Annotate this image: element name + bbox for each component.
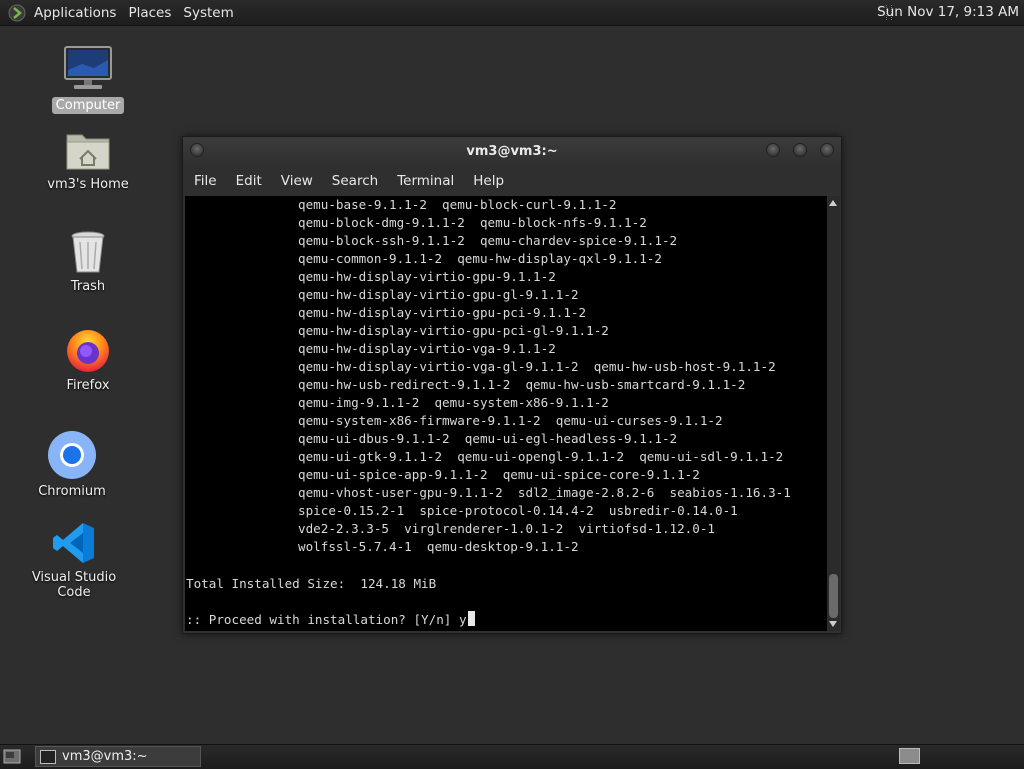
desktop-icon-vscode[interactable]: Visual Studio Code (14, 520, 134, 601)
desktop-icon-trash[interactable]: Trash (28, 229, 148, 295)
terminal-line: qemu-block-ssh-9.1.1-2 qemu-chardev-spic… (298, 233, 678, 248)
desktop-icon-label: Visual Studio Code (31, 570, 117, 600)
terminal-line: qemu-img-9.1.1-2 qemu-system-x86-9.1.1-2 (298, 395, 609, 410)
install-prompt[interactable]: :: Proceed with installation? [Y/n] y (186, 611, 475, 629)
desktop-icon-firefox[interactable]: Firefox (28, 326, 148, 394)
firefox-icon (67, 330, 109, 372)
terminal-line: qemu-base-9.1.1-2 qemu-block-curl-9.1.1-… (298, 197, 617, 212)
terminal-line: qemu-hw-display-virtio-gpu-pci-gl-9.1.1-… (298, 323, 609, 338)
terminal-line: qemu-hw-display-virtio-gpu-gl-9.1.1-2 (298, 287, 579, 302)
terminal-line: vde2-2.3.3-5 virglrenderer-1.0.1-2 virti… (298, 521, 716, 536)
vscode-icon (53, 523, 94, 563)
text-cursor (467, 611, 475, 626)
terminal-line: qemu-hw-usb-redirect-9.1.1-2 qemu-hw-usb… (298, 377, 746, 392)
terminal-line: qemu-common-9.1.1-2 qemu-hw-display-qxl-… (298, 251, 662, 266)
terminal-icon (40, 749, 56, 764)
desktop-icon-label: vm3's Home (47, 177, 129, 192)
computer-icon (64, 46, 112, 89)
terminal-line: qemu-ui-spice-app-9.1.1-2 qemu-ui-spice-… (298, 467, 700, 482)
terminal-line: qemu-hw-display-virtio-gpu-9.1.1-2 (298, 269, 556, 284)
taskbar-button-label: vm3@vm3:~ (62, 749, 148, 764)
window-title: vm3@vm3:~ (466, 144, 558, 159)
applications-menu[interactable]: Applications (30, 5, 124, 21)
terminal-line: qemu-ui-gtk-9.1.1-2 qemu-ui-opengl-9.1.1… (298, 449, 784, 464)
desktop-icon-label: Trash (70, 279, 106, 294)
window-menubar: File Edit View Search Terminal Help (183, 167, 841, 195)
desktop-icon-label: Chromium (38, 484, 106, 499)
menu-help[interactable]: Help (462, 173, 512, 189)
prompt-input[interactable]: y (459, 612, 467, 627)
maximize-button[interactable] (793, 143, 807, 157)
terminal-line: qemu-block-dmg-9.1.1-2 qemu-block-nfs-9.… (298, 215, 647, 230)
home-folder-icon (66, 134, 110, 170)
trash-icon (71, 231, 105, 273)
terminal-line: qemu-vhost-user-gpu-9.1.1-2 sdl2_image-2… (298, 485, 791, 500)
scroll-up-arrow-icon[interactable] (829, 200, 837, 206)
terminal-line: qemu-system-x86-firmware-9.1.1-2 qemu-ui… (298, 413, 723, 428)
terminal-line: spice-0.15.2-1 spice-protocol-0.14.4-2 u… (298, 503, 738, 518)
terminal-line: qemu-hw-display-virtio-gpu-pci-9.1.1-2 (298, 305, 587, 320)
menu-view[interactable]: View (270, 173, 321, 189)
workspace-switcher[interactable] (899, 748, 920, 764)
total-installed-size: Total Installed Size: 124.18 MiB (186, 576, 437, 591)
places-menu[interactable]: Places (124, 5, 179, 21)
taskbar-button-terminal[interactable]: vm3@vm3:~ (35, 746, 201, 767)
show-desktop-icon[interactable] (3, 749, 21, 764)
bottom-panel: vm3@vm3:~ (0, 744, 1024, 769)
clock[interactable]: Sun Nov 17, 9:13 AM (877, 4, 1019, 20)
terminal-window[interactable]: vm3@vm3:~ File Edit View Search Terminal… (182, 136, 842, 634)
system-menu[interactable]: System (179, 5, 241, 21)
terminal-line: wolfssl-5.7.4-1 qemu-desktop-9.1.1-2 (298, 539, 579, 554)
minimize-button[interactable] (766, 143, 780, 157)
desktop-icon-label: Computer (51, 97, 125, 114)
desktop-icon-home[interactable]: vm3's Home (28, 127, 148, 193)
terminal-line: qemu-hw-display-virtio-vga-gl-9.1.1-2 qe… (298, 359, 776, 374)
menu-terminal[interactable]: Terminal (386, 173, 462, 189)
prompt-text: :: Proceed with installation? [Y/n] (186, 612, 459, 627)
menu-search[interactable]: Search (321, 173, 386, 189)
terminal-output[interactable]: qemu-base-9.1.1-2 qemu-block-curl-9.1.1-… (185, 196, 827, 631)
menu-edit[interactable]: Edit (225, 173, 270, 189)
scroll-down-arrow-icon[interactable] (829, 621, 837, 627)
close-button[interactable] (820, 143, 834, 157)
chromium-icon (48, 431, 96, 479)
terminal-line: qemu-hw-display-virtio-vga-9.1.1-2 (298, 341, 556, 356)
scrollbar-thumb[interactable] (829, 574, 838, 618)
package-list: qemu-base-9.1.1-2 qemu-block-curl-9.1.1-… (298, 196, 791, 556)
desktop-icon-computer[interactable]: Computer (28, 44, 148, 114)
terminal-scrollbar[interactable] (827, 196, 840, 631)
terminal-line: qemu-ui-dbus-9.1.1-2 qemu-ui-egl-headles… (298, 431, 678, 446)
desktop-icon-chromium[interactable]: Chromium (12, 430, 132, 500)
mate-menu-icon[interactable] (8, 4, 26, 22)
menu-file[interactable]: File (183, 173, 225, 189)
window-titlebar[interactable]: vm3@vm3:~ (183, 137, 841, 167)
desktop-icon-label: Firefox (66, 378, 110, 393)
top-panel: Applications Places System Sun Nov 17, 9… (0, 0, 1024, 26)
